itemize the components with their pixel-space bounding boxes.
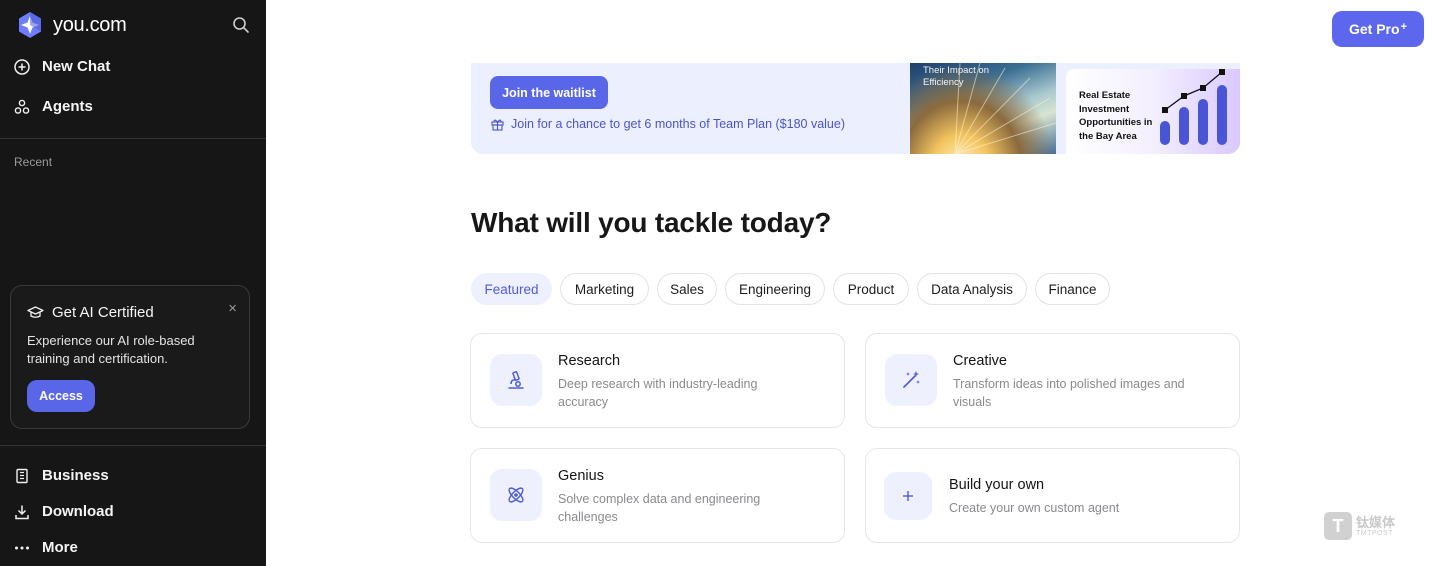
tab-sales[interactable]: Sales: [657, 273, 717, 305]
card-icon-box: [885, 354, 937, 406]
cert-title: Get AI Certified: [52, 304, 154, 321]
waitlist-note-text: Join for a chance to get 6 months of Tea…: [511, 117, 845, 131]
tab-featured[interactable]: Featured: [471, 273, 552, 305]
card-icon-box: [490, 469, 542, 521]
sidebar: you.com New Chat Agents Recent Get AI Ce…: [0, 0, 266, 566]
research-description: Deep research with industry-leading accu…: [558, 377, 758, 409]
get-pro-button[interactable]: Get Pro +: [1332, 11, 1424, 47]
sidebar-divider-bottom: [0, 445, 266, 446]
watermark-cn: 钛媒体: [1356, 514, 1396, 530]
build-your-own-description: Create your own custom agent: [949, 501, 1120, 515]
page-headline: What will you tackle today?: [471, 207, 832, 238]
genius-card[interactable]: Genius Solve complex data and engineerin…: [470, 448, 845, 543]
tab-product[interactable]: Product: [833, 273, 909, 305]
banner-art-image: Their Impact on Efficiency: [910, 63, 1056, 154]
build-your-own-card[interactable]: Build your own Create your own custom ag…: [865, 448, 1240, 543]
waitlist-banner: Join the waitlist Join for a chance to g…: [471, 63, 1240, 154]
tab-engineering[interactable]: Engineering: [725, 273, 825, 305]
more-button[interactable]: More: [14, 539, 78, 556]
logo-row: you.com: [16, 10, 250, 40]
genius-description: Solve complex data and engineering chall…: [558, 492, 761, 524]
building-icon: [16, 468, 28, 483]
cert-title-row: Get AI Certified: [27, 304, 154, 321]
watermark: T 钛媒体 TMTPOST: [1324, 512, 1395, 540]
creative-description: Transform ideas into polished images and…: [953, 377, 1185, 409]
agents-label: Agents: [42, 98, 93, 115]
card-icon-box: [490, 354, 542, 406]
plus-circle-icon: [14, 58, 30, 75]
tab-marketing[interactable]: Marketing: [560, 273, 649, 305]
join-waitlist-button[interactable]: Join the waitlist: [490, 76, 608, 109]
close-icon[interactable]: ×: [228, 301, 237, 316]
gift-icon: [491, 119, 504, 131]
growth-chart-illustration: [1160, 69, 1227, 145]
download-button[interactable]: Download: [14, 503, 114, 520]
atom-icon: [508, 487, 524, 503]
agents-button[interactable]: Agents: [14, 98, 93, 115]
creative-title: Creative: [953, 353, 1007, 369]
waitlist-note: Join for a chance to get 6 months of Tea…: [491, 117, 845, 131]
cert-description: Experience our AI role-based training an…: [27, 333, 195, 366]
download-icon: [15, 505, 29, 519]
logo-text: you.com: [53, 13, 127, 36]
banner-chart-card: Real Estate Investment Opportunities in …: [1066, 69, 1240, 154]
watermark-text: 钛媒体 TMTPOST: [1356, 514, 1396, 537]
business-label: Business: [42, 467, 109, 484]
get-pro-label: Get Pro: [1348, 21, 1400, 37]
new-chat-label: New Chat: [42, 58, 111, 75]
microscope-icon: [508, 371, 524, 389]
watermark-en: TMTPOST: [1356, 529, 1393, 537]
research-title: Research: [558, 353, 621, 369]
business-button[interactable]: Business: [14, 467, 109, 484]
ai-certified-card: Get AI Certified × Experience our AI rol…: [10, 285, 250, 429]
agents-icon: [14, 99, 30, 114]
more-dots-icon: [15, 546, 29, 549]
recent-label: Recent: [14, 155, 53, 169]
new-chat-button[interactable]: New Chat: [14, 58, 110, 75]
sparkle-icon: +: [1400, 21, 1407, 33]
chart-caption: Real Estate Investment Opportunities in …: [1079, 90, 1153, 142]
tab-finance[interactable]: Finance: [1035, 273, 1110, 305]
card-icon-box: [884, 472, 932, 520]
access-button[interactable]: Access: [27, 380, 95, 412]
tab-data-analysis[interactable]: Data Analysis: [917, 273, 1027, 305]
creative-card[interactable]: Creative Transform ideas into polished i…: [865, 333, 1240, 428]
genius-title: Genius: [558, 468, 604, 484]
art-caption: Their Impact on Efficiency: [923, 65, 989, 88]
more-label: More: [42, 539, 78, 556]
search-icon[interactable]: [232, 16, 250, 34]
watermark-logo-icon: T: [1324, 512, 1352, 540]
plus-icon: [903, 491, 913, 501]
sidebar-divider: [0, 138, 266, 139]
graduation-cap-icon: [27, 306, 44, 318]
you-logo-icon[interactable]: [16, 11, 44, 39]
download-label: Download: [42, 503, 114, 520]
research-card[interactable]: Research Deep research with industry-lea…: [470, 333, 845, 428]
magic-wand-icon: [903, 371, 920, 388]
build-your-own-title: Build your own: [949, 477, 1045, 493]
